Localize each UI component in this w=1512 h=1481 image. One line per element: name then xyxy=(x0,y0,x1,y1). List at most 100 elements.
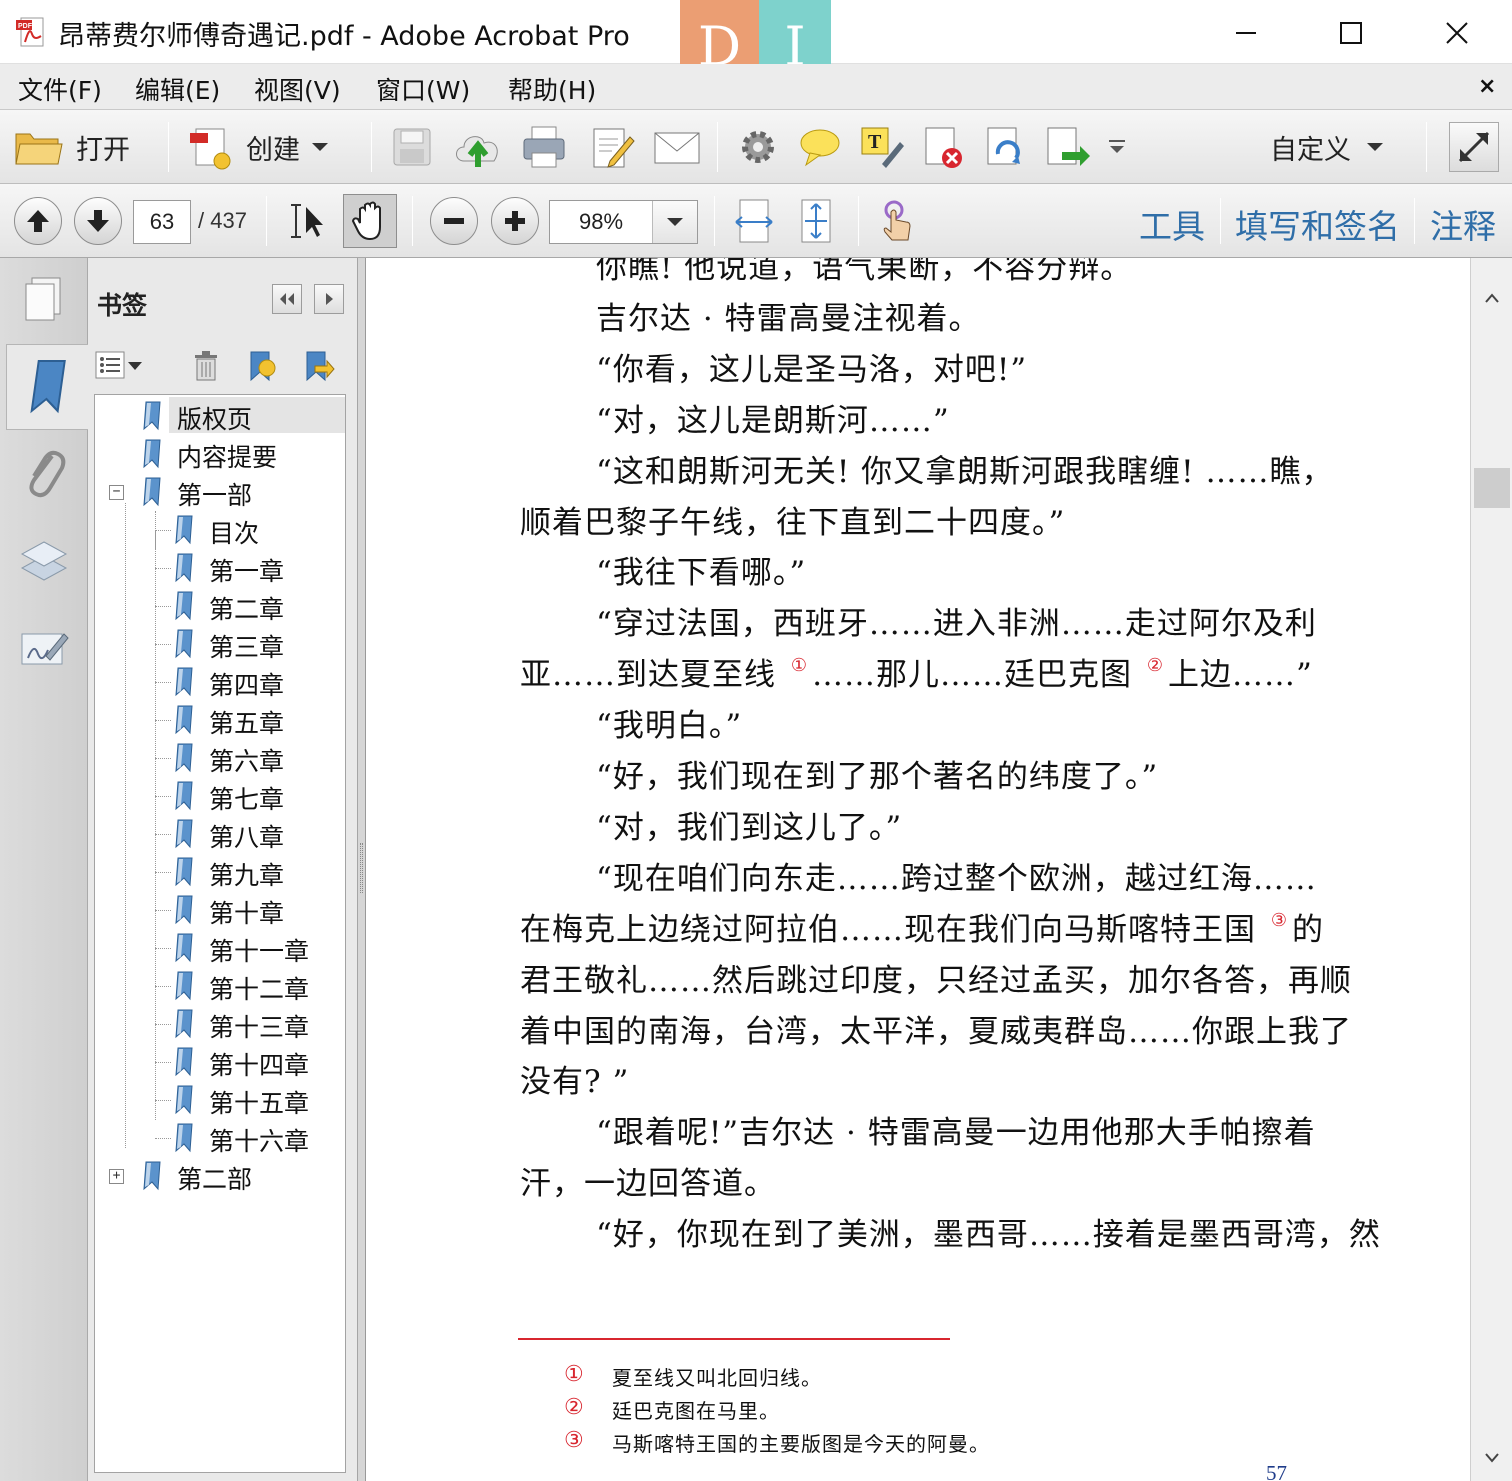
toolbar-overflow-button[interactable] xyxy=(1106,122,1128,172)
zoom-out-button[interactable] xyxy=(430,197,478,245)
menu-help[interactable]: 帮助(H) xyxy=(508,71,596,107)
delete-page-button[interactable] xyxy=(920,122,966,172)
previous-page-button[interactable] xyxy=(14,197,62,245)
document-text-line: 君王敬礼……然后跳过印度，只经过孟买，加尔各答，再顺 xyxy=(520,962,1352,999)
bookmark-item[interactable]: + 第二部 xyxy=(95,1157,345,1195)
bookmark-item[interactable]: − 第一部 xyxy=(95,473,345,511)
bookmark-item[interactable]: 第一章 xyxy=(95,530,345,587)
bookmark-item[interactable]: 第十章 xyxy=(95,872,345,929)
menu-view[interactable]: 视图(V) xyxy=(254,71,341,107)
bookmark-item[interactable]: 第四章 xyxy=(95,644,345,701)
bookmark-label: 第十三章 xyxy=(209,1013,310,1042)
page-number-input[interactable]: 63 xyxy=(133,200,191,244)
envelope-icon xyxy=(654,132,700,164)
rotate-page-button[interactable] xyxy=(982,122,1028,172)
bookmark-icon xyxy=(175,553,193,583)
tree-guide-line xyxy=(155,720,156,758)
tree-guide-line xyxy=(155,1100,156,1120)
chevron-down-icon xyxy=(312,143,328,151)
tree-guide-line xyxy=(155,606,156,644)
fit-width-button[interactable] xyxy=(734,196,774,246)
zoom-level-select[interactable]: 98% xyxy=(549,200,698,244)
document-text-line: 顺着巴黎子午线，往下直到二十四度。” xyxy=(520,504,1066,541)
zoom-in-button[interactable] xyxy=(491,197,539,245)
bookmark-options-button[interactable] xyxy=(94,350,146,380)
fit-page-button[interactable] xyxy=(796,196,836,246)
settings-button[interactable] xyxy=(736,122,780,172)
toolbar-separator xyxy=(266,196,267,246)
comment-panel-link[interactable]: 注释 xyxy=(1430,200,1496,248)
vertical-scrollbar[interactable] xyxy=(1470,258,1512,1481)
document-text-line: “好，我们现在到了那个著名的纬度了。” xyxy=(596,759,1159,795)
comment-button[interactable] xyxy=(798,122,842,172)
create-button[interactable]: 创建 xyxy=(186,122,330,172)
zoom-dropdown-button[interactable] xyxy=(652,201,697,243)
touch-reading-button[interactable] xyxy=(878,196,918,246)
bookmark-item[interactable]: 第十二章 xyxy=(95,948,345,1005)
layers-button[interactable] xyxy=(10,526,78,594)
bookmark-item[interactable]: 目次 xyxy=(95,511,345,549)
bookmark-item[interactable]: 第十三章 xyxy=(95,986,345,1043)
scroll-down-button[interactable] xyxy=(1471,1438,1512,1478)
menu-file[interactable]: 文件(F) xyxy=(18,71,102,107)
extract-page-button[interactable] xyxy=(1044,122,1090,172)
bookmark-item[interactable]: 第五章 xyxy=(95,682,345,739)
select-tool-button[interactable] xyxy=(288,196,328,246)
menu-edit[interactable]: 编辑(E) xyxy=(135,71,220,107)
fill-sign-panel-link[interactable]: 填写和签名 xyxy=(1235,200,1400,248)
tools-panel-link[interactable]: 工具 xyxy=(1139,200,1205,248)
maximize-icon xyxy=(1340,22,1362,44)
bookmark-label: 第三章 xyxy=(209,633,285,662)
document-view[interactable]: 你瞧! 他说道，语气果断，不容分辩。 吉尔达 · 特雷高曼注视着。 “你看，这儿是圣… xyxy=(366,258,1470,1481)
customize-button[interactable]: 自定义 xyxy=(1258,122,1385,172)
new-bookmark-button[interactable] xyxy=(245,350,279,386)
bookmark-label: 第九章 xyxy=(209,861,285,890)
pane-splitter[interactable] xyxy=(358,258,366,1481)
next-page-button[interactable] xyxy=(74,197,122,245)
bookmark-item[interactable]: 第六章 xyxy=(95,720,345,777)
signatures-button[interactable] xyxy=(10,614,78,682)
bookmark-item[interactable]: 第二章 xyxy=(95,568,345,625)
footnote-reference-mark[interactable]: ③ xyxy=(1271,910,1288,931)
bookmark-item[interactable]: 第十四章 xyxy=(95,1024,345,1081)
bookmark-item[interactable]: 第三章 xyxy=(95,606,345,663)
footnote-reference-mark[interactable]: ① xyxy=(791,655,808,676)
minimize-button[interactable] xyxy=(1218,8,1274,58)
close-document-button[interactable]: × xyxy=(1478,74,1496,99)
email-button[interactable] xyxy=(652,122,702,172)
text-annotation-button[interactable]: T xyxy=(858,122,904,172)
scrollbar-thumb[interactable] xyxy=(1474,468,1510,508)
bookmark-item[interactable]: 第七章 xyxy=(95,758,345,815)
bookmarks-tab[interactable] xyxy=(6,344,88,430)
bookmark-item[interactable]: 第十一章 xyxy=(95,910,345,967)
expand-toggle[interactable]: + xyxy=(109,1169,124,1184)
edit-document-button[interactable] xyxy=(588,122,636,172)
bookmark-item[interactable]: 版权页 xyxy=(95,397,345,435)
attachments-button[interactable] xyxy=(10,438,78,506)
menu-window[interactable]: 窗口(W) xyxy=(376,71,470,107)
scroll-up-button[interactable] xyxy=(1471,278,1512,318)
upload-cloud-button[interactable] xyxy=(452,122,504,172)
bookmark-label: 第十一章 xyxy=(209,937,310,966)
maximize-button[interactable] xyxy=(1323,8,1379,58)
bookmark-item[interactable]: 第十六章 xyxy=(95,1100,345,1157)
full-screen-button[interactable] xyxy=(1449,122,1499,172)
open-button[interactable]: 打开 xyxy=(14,122,130,172)
save-button[interactable] xyxy=(388,122,436,172)
page-thumbnails-button[interactable] xyxy=(10,266,78,334)
footnote-reference-mark[interactable]: ② xyxy=(1147,655,1164,676)
touch-hand-icon xyxy=(883,200,911,241)
collapse-panel-button[interactable] xyxy=(272,284,302,314)
close-window-button[interactable] xyxy=(1429,8,1485,58)
delete-bookmark-button[interactable] xyxy=(191,350,221,386)
arrow-down-icon xyxy=(87,210,109,232)
bookmark-properties-button[interactable] xyxy=(301,350,335,386)
bookmark-item[interactable]: 第九章 xyxy=(95,834,345,891)
collapse-toggle[interactable]: − xyxy=(109,485,124,500)
panel-options-arrow-button[interactable] xyxy=(314,284,344,314)
bookmark-item[interactable]: 第十五章 xyxy=(95,1062,345,1119)
bookmark-item[interactable]: 内容提要 xyxy=(95,435,345,473)
hand-tool-button[interactable] xyxy=(343,194,397,248)
bookmark-item[interactable]: 第八章 xyxy=(95,796,345,853)
print-button[interactable] xyxy=(520,122,568,172)
